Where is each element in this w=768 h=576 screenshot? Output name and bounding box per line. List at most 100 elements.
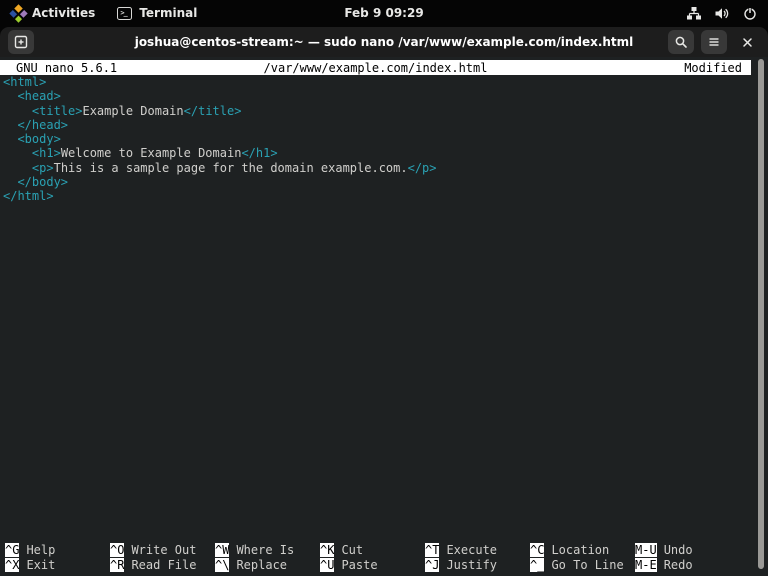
shortcut-label: Go To Line <box>551 557 624 572</box>
nano-shortcut-replace: ^\ Replace <box>215 557 320 572</box>
nano-modified-status: Modified <box>684 60 742 75</box>
code-tag: </html> <box>3 189 54 204</box>
close-button[interactable] <box>734 30 760 54</box>
terminal-content[interactable]: GNU nano 5.6.1 /var/www/example.com/inde… <box>0 57 768 576</box>
code-tag: <h1> <box>31 146 61 161</box>
code-tag: </p> <box>407 160 437 175</box>
nano-shortcut-justify: ^J Justify <box>425 557 530 572</box>
nano-shortcut-go-to-line: ^_ Go To Line <box>530 557 635 572</box>
shortcut-key: ^O <box>110 543 125 558</box>
code-line: <p>This is a sample page for the domain … <box>3 161 752 175</box>
menu-button[interactable] <box>701 30 727 54</box>
nano-file-path: /var/www/example.com/index.html <box>263 60 488 75</box>
desktop: Activities >_ Terminal Feb 9 09:29 joshu… <box>0 0 768 576</box>
search-icon <box>675 36 687 48</box>
search-button[interactable] <box>668 30 694 54</box>
shortcut-label: Replace <box>236 557 288 572</box>
new-tab-icon <box>14 35 28 49</box>
shortcut-key: ^W <box>215 543 230 558</box>
terminal-headerbar: joshua@centos-stream:~ — sudo nano /var/… <box>0 27 768 57</box>
code-text: This is a sample page for the domain exa… <box>53 160 408 175</box>
shortcut-key: ^\ <box>215 557 230 572</box>
code-line: </body> <box>3 175 752 189</box>
shortcut-label: Location <box>551 543 610 558</box>
volume-icon[interactable] <box>714 6 730 21</box>
nano-version: GNU nano 5.6.1 <box>16 60 118 75</box>
code-tag: <html> <box>3 75 47 89</box>
shortcut-key: ^C <box>530 543 545 558</box>
code-text: Welcome to Example Domain <box>60 146 242 161</box>
code-line: <title>Example Domain</title> <box>3 104 752 118</box>
shortcut-key: ^U <box>320 557 335 572</box>
code-tag: </body> <box>17 175 69 190</box>
shortcut-key: ^T <box>425 543 440 558</box>
network-icon[interactable] <box>686 6 702 21</box>
nano-shortcut-read-file: ^R Read File <box>110 557 215 572</box>
code-line: </head> <box>3 118 752 132</box>
shortcut-key: M-E <box>635 557 657 572</box>
code-line: </html> <box>3 189 752 203</box>
shortcut-label: Execute <box>446 543 498 558</box>
shortcut-label: Exit <box>26 557 56 572</box>
shortcut-key: ^_ <box>530 557 545 572</box>
shortcut-key: ^J <box>425 557 440 572</box>
nano-shortcut-undo: M-U Undo <box>635 543 740 558</box>
code-tag: <head> <box>17 89 61 104</box>
nano-shortcut-execute: ^T Execute <box>425 543 530 558</box>
shortcut-label: Read File <box>131 557 197 572</box>
code-tag: <title> <box>31 103 83 118</box>
nano-titlebar: GNU nano 5.6.1 /var/www/example.com/inde… <box>0 60 751 75</box>
gnome-top-bar: Activities >_ Terminal Feb 9 09:29 <box>0 0 768 26</box>
nano-shortcut-redo: M-E Redo <box>635 557 740 572</box>
shortcut-label: Redo <box>663 557 693 572</box>
new-tab-button[interactable] <box>8 30 34 54</box>
activities-button[interactable]: Activities <box>9 3 96 23</box>
code-line: <head> <box>3 89 752 103</box>
code-line: <html> <box>3 75 752 89</box>
code-tag: </title> <box>183 103 242 118</box>
terminal-icon: >_ <box>117 6 133 20</box>
shortcut-label: Paste <box>341 557 378 572</box>
nano-shortcut-where-is: ^W Where Is <box>215 543 320 558</box>
code-line: <body> <box>3 132 752 146</box>
activities-label: Activities <box>32 6 96 20</box>
shortcut-label: Justify <box>446 557 498 572</box>
nano-shortcut-exit: ^X Exit <box>5 557 110 572</box>
window-title: joshua@centos-stream:~ — sudo nano /var/… <box>134 35 634 49</box>
close-icon <box>742 37 752 47</box>
editor-lines: <html> <head> <title>Example Domain</tit… <box>3 75 752 204</box>
nano-shortcut-cut: ^K Cut <box>320 543 425 558</box>
code-tag: <p> <box>31 160 54 175</box>
code-tag: </head> <box>17 117 69 132</box>
shortcut-label: Help <box>26 543 56 558</box>
scrollbar-track[interactable] <box>755 57 768 576</box>
nano-shortcut-help: ^G Help <box>5 543 110 558</box>
shortcut-row: ^X Exit ^R Read File ^\ Replace ^U Paste ^J Justi… <box>0 557 751 572</box>
code-text: Example Domain <box>82 103 184 118</box>
scrollbar-thumb[interactable] <box>758 59 764 569</box>
shortcut-label: Cut <box>341 543 364 558</box>
shortcut-key: M-U <box>635 543 657 558</box>
shortcut-label: Write Out <box>131 543 197 558</box>
code-line: <h1>Welcome to Example Domain</h1> <box>3 146 752 160</box>
shortcut-label: Undo <box>663 543 693 558</box>
shortcut-key: ^R <box>110 557 125 572</box>
system-status-area[interactable] <box>686 0 758 26</box>
nano-shortcut-write-out: ^O Write Out <box>110 543 215 558</box>
nano-shortcuts: ^G Help ^O Write Out ^W Where Is ^K Cut ^T Execut… <box>0 543 751 572</box>
app-menu-terminal[interactable]: >_ Terminal <box>117 6 197 20</box>
app-menu-label: Terminal <box>139 6 198 20</box>
centos-logo-icon <box>9 3 28 23</box>
code-tag: </h1> <box>241 146 278 161</box>
shortcut-key: ^K <box>320 543 335 558</box>
nano-shortcut-paste: ^U Paste <box>320 557 425 572</box>
clock-button[interactable]: Feb 9 09:29 <box>344 6 423 20</box>
power-icon[interactable] <box>742 6 758 21</box>
